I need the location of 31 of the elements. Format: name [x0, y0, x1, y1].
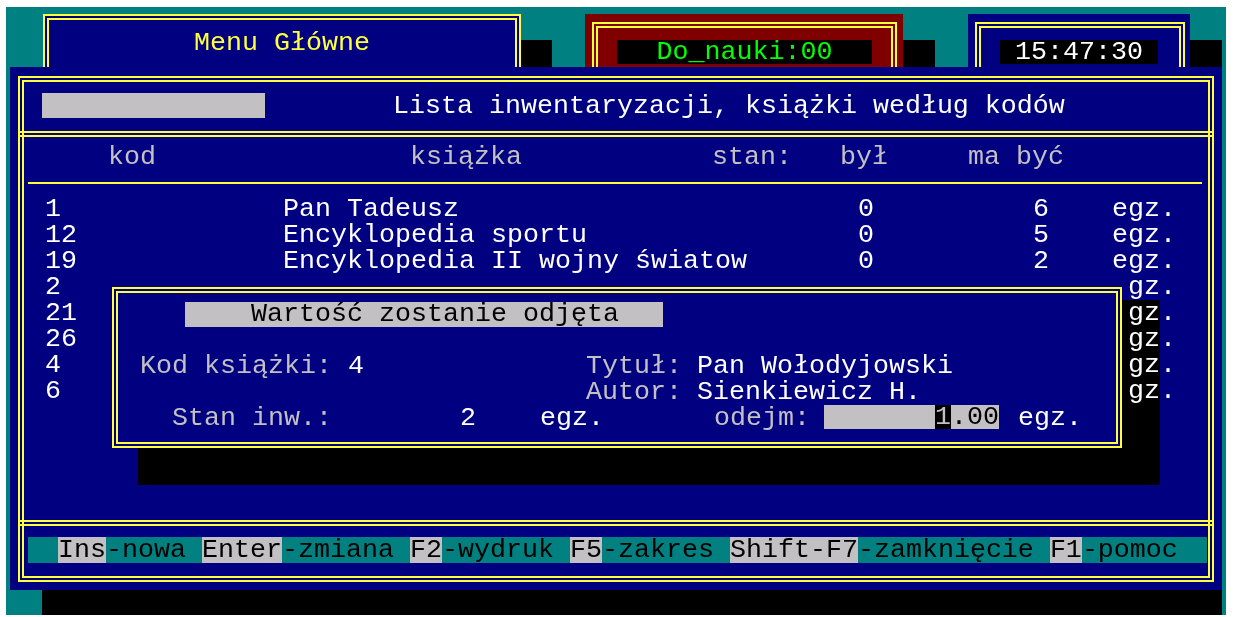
shortcut-key: Ins [58, 537, 106, 563]
column-header: kod [108, 142, 156, 172]
shortcut-label: -nowa [106, 537, 186, 563]
column-header: stan: [712, 142, 792, 172]
window-title: Menu Główne [194, 30, 370, 60]
shortcut-label: -zmiana [281, 537, 394, 563]
column-header: ma być [968, 142, 1064, 172]
clock-time: 15:47:30 [1015, 40, 1143, 64]
field-value: 2 [460, 403, 476, 433]
shortcut-key: F2 [409, 537, 442, 563]
shortcut-key: Shift-F7 [729, 537, 858, 563]
column-header: był [840, 142, 888, 172]
window-shadow [521, 40, 552, 67]
unit-label: egz. [1018, 403, 1082, 433]
column-header: książka [410, 142, 522, 172]
input-field[interactable]: 1.00 [824, 405, 999, 429]
shortcut-key: Enter [202, 537, 282, 563]
field-label: Kod książki: [140, 351, 332, 381]
shortcut-label: -zamknięcie [857, 537, 1034, 563]
shortcut-key: F1 [1049, 537, 1082, 563]
shortcut-label: -pomoc [1081, 537, 1178, 563]
window-shadow [1190, 40, 1222, 67]
field-value: 4 [348, 351, 364, 381]
dialog-title: Wartość zostanie odjęta [251, 299, 619, 329]
window-title: Lista inwentaryzacji, książki według kodów [393, 93, 1065, 119]
shortcut-label: -zakres [601, 537, 714, 563]
field-label: Stan inw.: [172, 403, 332, 433]
shortcut-label: -wydruk [441, 537, 554, 563]
window-shadow [903, 40, 935, 67]
timer-text: Do_nauki:00 [656, 40, 833, 64]
shortcut-key: F5 [569, 537, 602, 563]
